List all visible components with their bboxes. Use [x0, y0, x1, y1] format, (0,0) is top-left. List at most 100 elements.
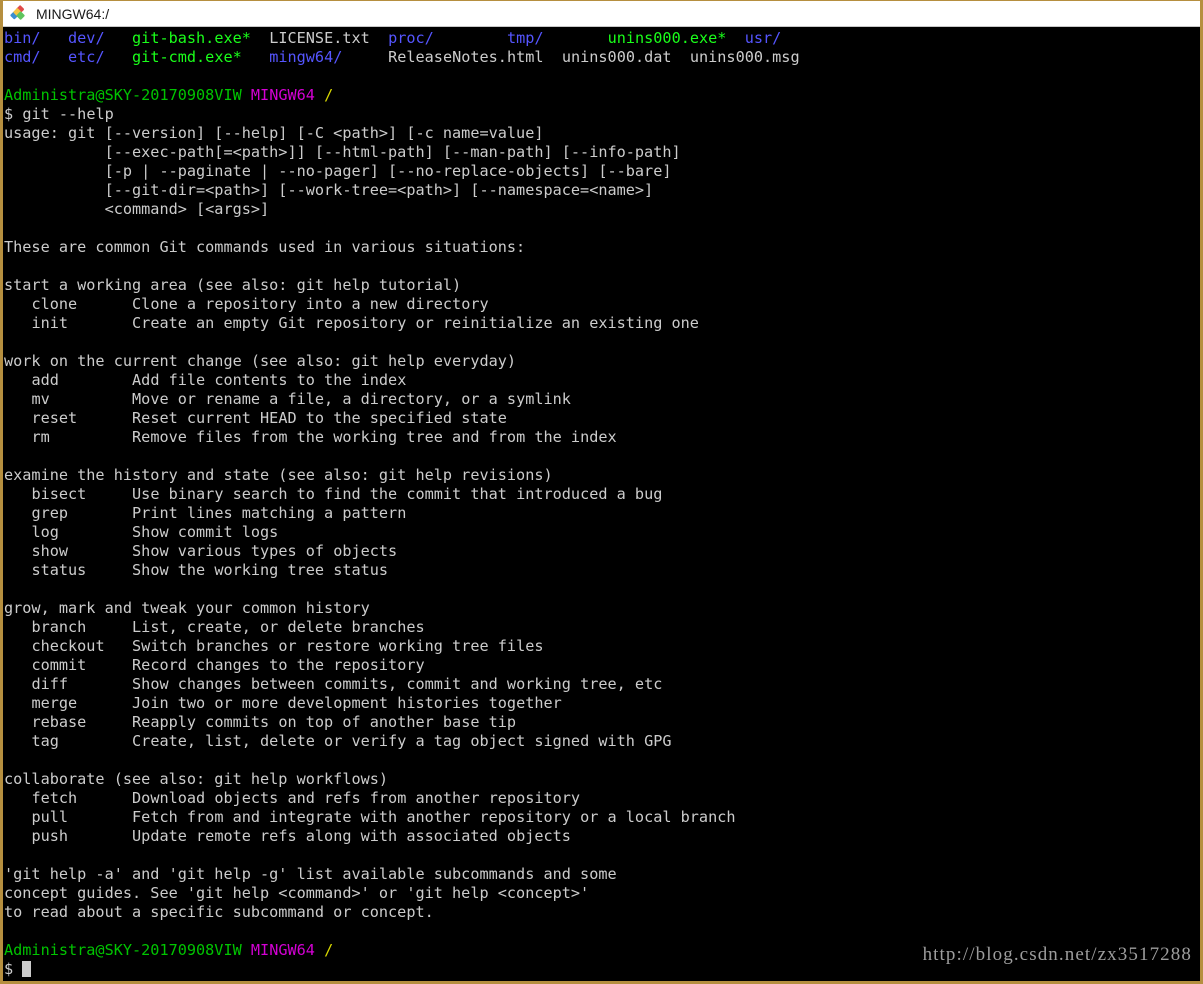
command-row: commit Record changes to the repository [4, 656, 1200, 675]
usage-text: usage: git [--version] [--help] [-C <pat… [4, 124, 544, 142]
command-desc: List, create, or delete branches [132, 618, 425, 636]
command-row: init Create an empty Git repository or r… [4, 314, 1200, 333]
window-title: MINGW64:/ [36, 5, 110, 22]
command-row: branch List, create, or delete branches [4, 618, 1200, 637]
command-name: show [31, 542, 69, 560]
prompt-user-host: Administra@SKY-20170908VIW [4, 941, 242, 959]
listing-entry-dev: dev/ [68, 29, 105, 47]
command-name: add [31, 371, 59, 389]
listing-entry-proc: proc/ [388, 29, 434, 47]
listing-entry-mingw64: mingw64/ [269, 48, 343, 66]
group-heading-text: work on the current change (see also: gi… [4, 352, 517, 370]
command-row: add Add file contents to the index [4, 371, 1200, 390]
command-row: merge Join two or more development histo… [4, 694, 1200, 713]
group-heading: work on the current change (see also: gi… [4, 352, 1200, 371]
command-row: grep Print lines matching a pattern [4, 504, 1200, 523]
prompt-sigil: $ [4, 960, 14, 978]
command-desc: Clone a repository into a new directory [132, 295, 489, 313]
usage-line: [--git-dir=<path>] [--work-tree=<path>] … [4, 181, 1200, 200]
command-row: pull Fetch from and integrate with anoth… [4, 808, 1200, 827]
window-titlebar[interactable]: MINGW64:/ [3, 1, 1200, 27]
listing-entry-usr: usr/ [744, 29, 782, 47]
intro-line: These are common Git commands used in va… [4, 238, 1200, 257]
usage-line: <command> [<args>] [4, 200, 1200, 219]
command-name: branch [31, 618, 87, 636]
command-desc: Show various types of objects [132, 542, 398, 560]
footer-line: to read about a specific subcommand or c… [4, 903, 1200, 922]
command-row: rm Remove files from the working tree an… [4, 428, 1200, 447]
command-row: clone Clone a repository into a new dire… [4, 295, 1200, 314]
usage-text: [-p | --paginate | --no-pager] [--no-rep… [4, 162, 672, 180]
group-heading: start a working area (see also: git help… [4, 276, 1200, 295]
command-row: rebase Reapply commits on top of another… [4, 713, 1200, 732]
command-name: checkout [31, 637, 105, 655]
directory-listing-row-2: cmd/ etc/ git-cmd.exe* mingw64/ ReleaseN… [4, 48, 1200, 67]
command-row: reset Reset current HEAD to the specifie… [4, 409, 1200, 428]
command-name: mv [31, 390, 50, 408]
footer-text: concept guides. See 'git help <command>'… [4, 884, 590, 902]
command-desc: Join two or more development histories t… [132, 694, 562, 712]
command-desc: Record changes to the repository [132, 656, 425, 674]
listing-entry-license-txt: LICENSE.txt [269, 29, 370, 47]
terminal-output-area[interactable]: bin/ dev/ git-bash.exe* LICENSE.txt proc… [3, 27, 1200, 981]
command-desc: Reset current HEAD to the specified stat… [132, 409, 507, 427]
command-name: status [31, 561, 87, 579]
usage-text: <command> [<args>] [4, 200, 270, 218]
footer-text: 'git help -a' and 'git help -g' list ava… [4, 865, 617, 883]
group-heading-text: grow, mark and tweak your common history [4, 599, 370, 617]
text-cursor [22, 961, 32, 977]
command-row: mv Move or rename a file, a directory, o… [4, 390, 1200, 409]
prompt-path: / [324, 86, 334, 104]
command-name: diff [31, 675, 69, 693]
command-name: fetch [31, 789, 78, 807]
git-bash-window: MINGW64:/ bin/ dev/ git-bash.exe* LICENS… [0, 0, 1203, 984]
command-name: merge [31, 694, 78, 712]
usage-text: [--exec-path[=<path>]] [--html-path] [--… [4, 143, 681, 161]
command-name: tag [31, 732, 59, 750]
command-row: push Update remote refs along with assoc… [4, 827, 1200, 846]
command-desc: Fetch from and integrate with another re… [132, 808, 736, 826]
